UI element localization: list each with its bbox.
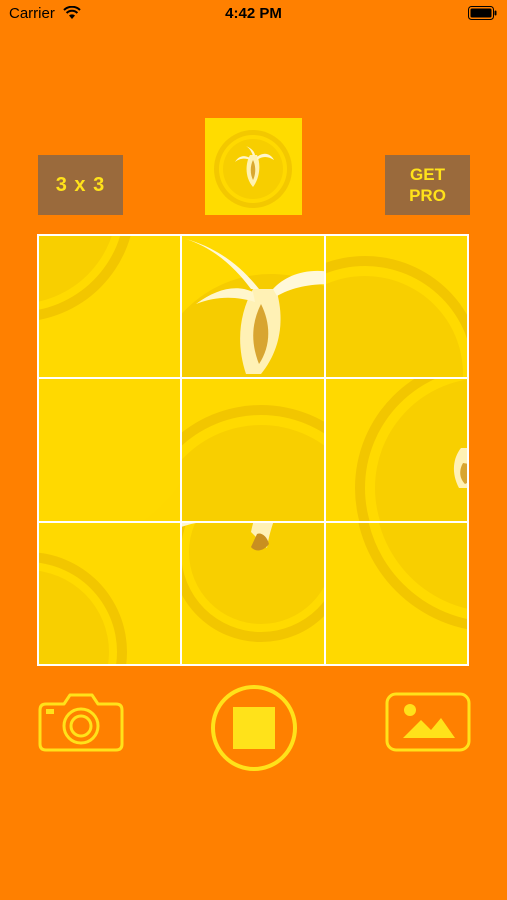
get-pro-label-line2: PRO [409, 186, 446, 205]
shutter-stop-icon [211, 685, 297, 771]
puzzle-preview-thumbnail[interactable] [205, 118, 302, 215]
banana-plate-image [205, 118, 302, 215]
puzzle-tile[interactable] [37, 378, 181, 522]
photo-gallery-icon [385, 692, 471, 752]
puzzle-tile[interactable] [37, 522, 181, 666]
get-pro-button[interactable]: GET PRO [385, 155, 470, 215]
grid-size-label: 3 x 3 [55, 173, 106, 196]
battery-icon [468, 6, 497, 20]
puzzle-board [37, 234, 469, 666]
status-bar: Carrier 4:42 PM [0, 0, 507, 28]
puzzle-tile[interactable] [325, 522, 469, 666]
puzzle-tile[interactable] [37, 234, 181, 378]
clock: 4:42 PM [225, 5, 282, 22]
puzzle-tile[interactable] [325, 378, 469, 522]
shutter-stop-button[interactable] [210, 684, 298, 772]
camera-icon [38, 693, 124, 752]
puzzle-tile[interactable] [181, 378, 325, 522]
camera-button[interactable] [38, 692, 124, 752]
grid-size-button[interactable]: 3 x 3 [38, 155, 123, 215]
puzzle-tile[interactable] [181, 234, 325, 378]
photo-gallery-button[interactable] [385, 692, 471, 752]
get-pro-label-line1: GET [410, 165, 445, 184]
puzzle-tile[interactable] [181, 522, 325, 666]
puzzle-tile[interactable] [325, 234, 469, 378]
